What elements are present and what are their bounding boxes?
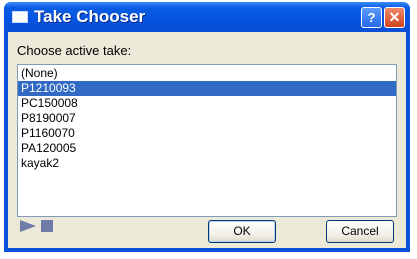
list-item[interactable]: PA120005 [18,141,396,156]
close-button[interactable]: ✕ [384,7,405,28]
list-item[interactable]: P1160070 [18,126,396,141]
list-item[interactable]: kayak2 [18,156,396,171]
titlebar[interactable]: Take Chooser ? ✕ [4,2,410,32]
list-item[interactable]: (None) [18,66,396,81]
ok-button[interactable]: OK [208,220,276,243]
window-icon [12,11,28,23]
take-chooser-dialog: Take Chooser ? ✕ Choose active take: (No… [4,2,410,252]
choose-take-label: Choose active take: [17,43,132,58]
take-list[interactable]: (None) P1210093 PC150008 P8190007 P11600… [17,64,397,217]
stop-icon[interactable] [41,220,53,232]
list-item[interactable]: P8190007 [18,111,396,126]
dialog-body: Choose active take: (None) P1210093 PC15… [8,32,406,248]
cancel-button[interactable]: Cancel [326,220,394,243]
list-item[interactable]: PC150008 [18,96,396,111]
help-button[interactable]: ? [361,7,382,28]
play-icon[interactable] [20,220,36,232]
list-item-selected[interactable]: P1210093 [18,81,396,96]
window-title: Take Chooser [34,7,146,26]
